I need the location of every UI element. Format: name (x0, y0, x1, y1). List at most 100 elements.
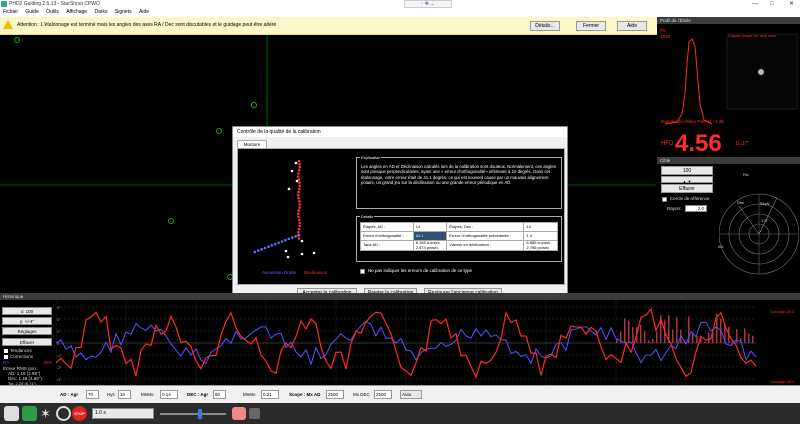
mode-select[interactable]: Auto (400, 390, 422, 399)
ra-agr-input[interactable]: 70 (86, 390, 99, 399)
ra-rate-label: Taux AD : (360, 240, 414, 251)
trends-checkbox[interactable] (4, 349, 8, 353)
y-scale-select[interactable]: y: +/-4" (2, 317, 52, 325)
correction-bar (676, 317, 678, 343)
return-point (294, 161, 298, 165)
star-marker (251, 102, 257, 108)
correction-bar (656, 331, 658, 343)
star-marker (168, 218, 174, 224)
dec-calibration-point (298, 206, 301, 209)
correction-bar (624, 318, 626, 343)
suppress-label: Ne pas indiquer les erreurs de calibrati… (368, 268, 473, 273)
radius-input[interactable]: 2.0 (685, 205, 707, 212)
correction-bar (744, 328, 746, 343)
close-icon[interactable]: ✕ (789, 0, 794, 8)
dec-calibration-point (297, 218, 301, 222)
mx-ad-input[interactable]: 2500 (326, 390, 344, 399)
exposure-select[interactable]: 1.0 s (92, 408, 154, 419)
explication-text: Les angles en AD et Déclinaison calculés… (361, 164, 556, 185)
history-header: Historique (0, 293, 800, 300)
loop-icon[interactable] (22, 406, 37, 421)
ra-calibration-point (280, 240, 284, 243)
menu-affichage[interactable]: Affichage (66, 9, 87, 15)
return-point (300, 239, 304, 243)
target-scale-arrows[interactable]: ▲ ▼ (661, 176, 713, 184)
explication-group: Explication Les angles en AD et Déclinai… (356, 155, 562, 209)
mnmo-ra-input[interactable]: 0.14 (160, 390, 178, 399)
fwhm-label: Rangée du Milieu FWHM : 4.45 (661, 119, 724, 124)
menu-guide[interactable]: Guide (25, 9, 38, 15)
menu-signets[interactable]: Signets (115, 9, 132, 15)
hys-input[interactable]: 10 (118, 390, 131, 399)
history-graph: 3"2"1"0-1"-2"-3" (56, 301, 757, 385)
minimize-icon[interactable]: — (752, 0, 758, 8)
dec-calibration-point (297, 172, 300, 175)
mx-dec-input[interactable]: 2500 (374, 390, 392, 399)
dec-agr-label: DEC : Agr (187, 392, 209, 397)
brain-icon[interactable] (232, 407, 246, 420)
ra-calibration-point (263, 246, 267, 250)
return-point (286, 255, 290, 259)
corrections-label: Corrections (10, 354, 34, 359)
connect-icon[interactable] (4, 406, 19, 421)
tab-monture[interactable]: Monture (237, 140, 267, 148)
dec-calibration-point (297, 159, 301, 163)
dec-agr-input[interactable]: 80 (213, 390, 226, 399)
dec-calibration-point (296, 175, 300, 178)
details-group: Détails Étapes, AD : 14 Étapes, Dec : 13… (356, 214, 562, 262)
target-clear-button[interactable]: Effacer (661, 184, 713, 193)
mnmo-dec-input[interactable]: 0.21 (261, 390, 279, 399)
mnmo-ra-label: MnMo (141, 392, 154, 397)
stop-button[interactable]: STOP (72, 406, 87, 421)
steps-dec-label: Étapes, Dec : (446, 222, 525, 232)
camera-icon[interactable] (249, 408, 260, 419)
menu-fichier[interactable]: Fichier (3, 9, 18, 15)
target-scale-select[interactable]: 100 (661, 166, 713, 175)
ra-calibration-point (294, 235, 297, 238)
ra-calibration-point (284, 238, 287, 242)
dec-calibration-point (297, 237, 301, 240)
correction-bar (640, 324, 642, 343)
dialog-title: Contrôle de la qualité de la calibration (233, 127, 567, 137)
auto-select-star-icon[interactable]: ✶ (40, 406, 51, 421)
menu-aide[interactable]: Aide (139, 9, 149, 15)
close-notification-button[interactable]: Fermer (576, 21, 606, 31)
maximize-icon[interactable]: □ (770, 0, 774, 8)
history-settings-button[interactable]: Réglages (2, 327, 52, 335)
ortho-error-label: Erreur d'orthogonalité : (360, 231, 414, 241)
menu-darks[interactable]: Darks (94, 9, 107, 15)
steps-ra-label: Étapes, AD : (360, 222, 414, 232)
dec-calibration-point (298, 224, 301, 228)
dec-calibration-point (298, 181, 301, 184)
legend-ra: Ascension Droite (262, 270, 297, 275)
x-scale-select[interactable]: x: 100 (2, 307, 52, 315)
y-tick-label: 1" (57, 330, 61, 334)
details-button[interactable]: Détails... (530, 21, 560, 31)
peak-value: 4839 (660, 34, 671, 39)
correction-bar (644, 331, 646, 343)
prev-ortho-label: Erreur d'orthogonalité précédente : (446, 231, 525, 241)
gamma-slider-thumb[interactable] (198, 409, 202, 419)
suppress-checkbox[interactable] (360, 269, 365, 274)
hys-label: Hys (107, 392, 115, 397)
history-clear-button[interactable]: Effacer (2, 338, 52, 346)
y-tick-label: -1" (57, 354, 62, 358)
return-point (300, 252, 304, 256)
snap-toolbar[interactable]: ▫ ✥ ⌄ (404, 0, 452, 8)
help-button[interactable]: Aide (617, 21, 647, 31)
ra-calibration-point (270, 244, 274, 247)
target-panel: 100 ▲ ▼ Effacer Cercle de référence Rayo… (657, 164, 800, 293)
hfd-arcsec: 11.37" (735, 141, 749, 147)
ref-circle-checkbox[interactable] (662, 197, 667, 202)
dec-calibration-point (298, 184, 302, 188)
corrections-checkbox[interactable] (4, 355, 8, 359)
guide-icon[interactable] (56, 406, 71, 421)
ra-calibration-point (260, 248, 263, 251)
menu-outils[interactable]: Outils (46, 9, 59, 15)
menu-bar: Fichier Guide Outils Affichage Darks Sig… (0, 8, 800, 17)
correction-bar (672, 329, 674, 343)
target-dec-label: Dec (737, 200, 745, 205)
ra-calibration-point (267, 245, 270, 248)
history-panel: Historique x: 100 y: +/-4" Réglages Effa… (0, 293, 800, 386)
correction-bar (748, 333, 750, 343)
